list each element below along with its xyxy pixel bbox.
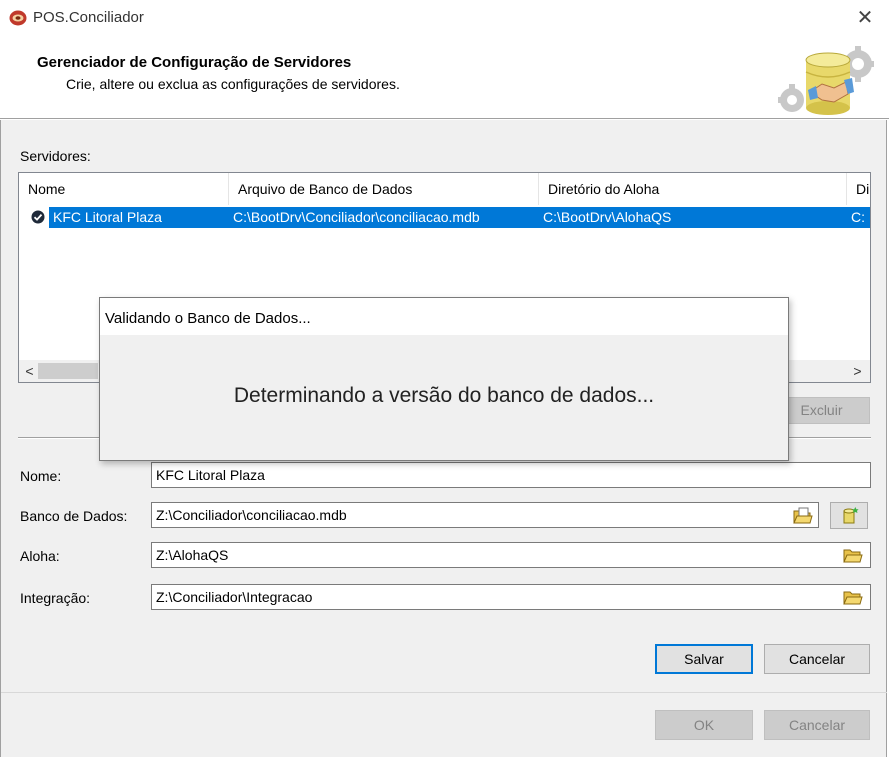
nome-input[interactable]: KFC Litoral Plaza (151, 462, 871, 488)
page-title: Gerenciador de Configuração de Servidore… (37, 54, 352, 71)
column-header-extra[interactable]: Di (847, 173, 870, 205)
progress-dialog-message: Determinando a versão do banco de dados.… (233, 384, 655, 407)
table-row[interactable]: KFC Litoral Plaza C:\BootDrv\Conciliador… (21, 207, 870, 228)
progress-dialog-title: Validando o Banco de Dados... (105, 310, 311, 327)
column-header-nome[interactable]: Nome (19, 173, 229, 205)
integracao-input[interactable]: Z:\Conciliador\Integracao (151, 584, 871, 610)
browse-folder-icon[interactable] (843, 547, 863, 564)
cancel-button[interactable]: Cancelar (764, 644, 870, 674)
banco-input[interactable]: Z:\Conciliador\conciliacao.mdb (151, 502, 819, 528)
ok-button[interactable]: OK (655, 710, 753, 740)
scroll-right-icon[interactable]: > (849, 360, 866, 382)
row-cell-arquivo: C:\BootDrv\Conciliador\conciliacao.mdb (229, 207, 539, 228)
aloha-input[interactable]: Z:\AlohaQS (151, 542, 871, 568)
aloha-label: Aloha: (20, 548, 60, 564)
column-header-arquivo[interactable]: Arquivo de Banco de Dados (229, 173, 539, 205)
banco-label: Banco de Dados: (20, 508, 128, 524)
new-database-button[interactable] (830, 502, 868, 529)
integracao-label: Integração: (20, 590, 91, 606)
check-circle-icon (31, 210, 45, 224)
scroll-left-icon[interactable]: < (21, 360, 38, 382)
column-header-diretorio[interactable]: Diretório do Aloha (539, 173, 847, 205)
open-file-icon[interactable] (793, 507, 813, 525)
row-cell-nome: KFC Litoral Plaza (49, 207, 229, 228)
new-database-icon (843, 507, 859, 524)
close-icon[interactable]: ✕ (852, 6, 878, 32)
servers-label: Servidores: (20, 148, 91, 164)
window-title: POS.Conciliador (33, 9, 144, 26)
server-config-illustration-icon (778, 46, 874, 115)
row-cell-diretorio: C:\BootDrv\AlohaQS (539, 207, 847, 228)
app-logo-icon (9, 10, 27, 26)
row-cell-extra: C: (847, 207, 870, 228)
browse-folder-icon[interactable] (843, 589, 863, 606)
footer-divider (1, 692, 887, 693)
footer-cancel-button[interactable]: Cancelar (764, 710, 870, 740)
scrollbar-thumb[interactable] (38, 363, 98, 379)
nome-label: Nome: (20, 468, 62, 484)
page-subtitle: Crie, altere ou exclua as configurações … (66, 76, 400, 92)
save-button[interactable]: Salvar (655, 644, 753, 674)
